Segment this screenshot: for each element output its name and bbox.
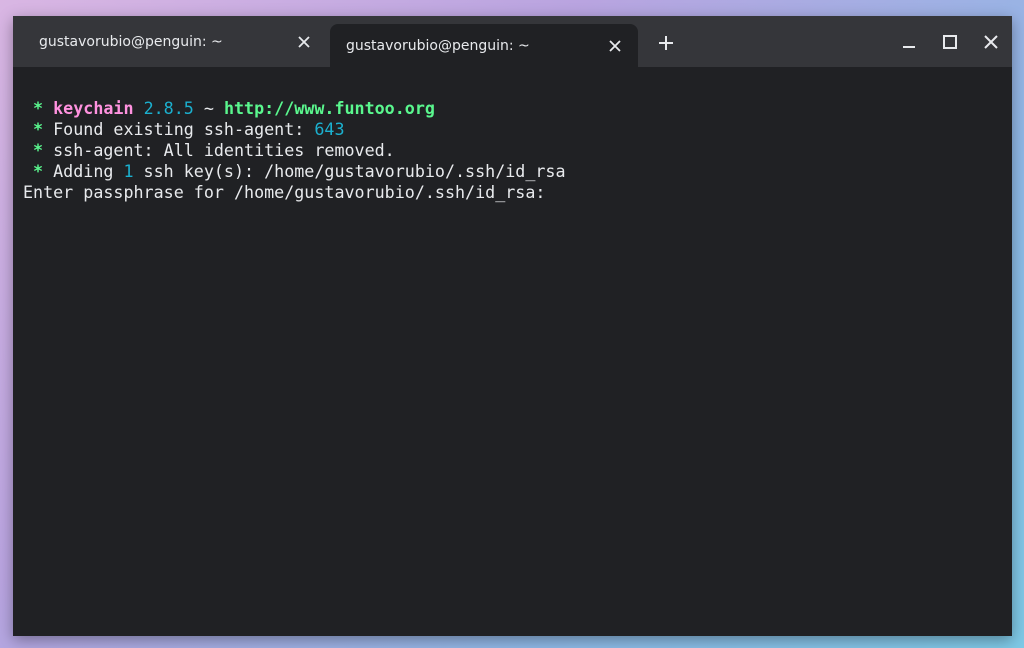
bullet: * bbox=[33, 119, 44, 139]
version: 2.8.5 bbox=[143, 98, 194, 118]
minimize-icon[interactable] bbox=[895, 28, 923, 56]
separator: ~ bbox=[203, 98, 214, 118]
bullet: * bbox=[33, 161, 44, 181]
maximize-icon[interactable] bbox=[936, 28, 964, 56]
close-icon[interactable] bbox=[977, 28, 1005, 56]
bullet: * bbox=[33, 140, 44, 160]
plus-icon[interactable] bbox=[653, 30, 679, 56]
line-text: ssh-agent: All identities removed. bbox=[53, 140, 395, 160]
terminal-line: * keychain 2.8.5 ~ http://www.funtoo.org bbox=[23, 98, 1012, 119]
key-count: 1 bbox=[123, 161, 134, 181]
terminal-output[interactable]: * keychain 2.8.5 ~ http://www.funtoo.org… bbox=[13, 67, 1012, 636]
tab-1[interactable]: gustavorubio@penguin: ~ bbox=[13, 16, 327, 67]
terminal-line: * ssh-agent: All identities removed. bbox=[23, 140, 1012, 161]
agent-pid: 643 bbox=[314, 119, 345, 139]
tab-title: gustavorubio@penguin: ~ bbox=[39, 33, 223, 50]
line-text: Found existing ssh-agent: bbox=[53, 119, 315, 139]
passphrase-prompt[interactable]: Enter passphrase for /home/gustavorubio/… bbox=[23, 182, 1012, 203]
prompt-text: Enter passphrase for /home/gustavorubio/… bbox=[23, 182, 546, 202]
terminal-window: gustavorubio@penguin: ~ gustavorubio@pen… bbox=[13, 16, 1012, 636]
close-icon[interactable] bbox=[289, 27, 319, 57]
close-icon[interactable] bbox=[600, 31, 630, 61]
bullet: * bbox=[33, 98, 44, 118]
title-bar: gustavorubio@penguin: ~ gustavorubio@pen… bbox=[13, 16, 1012, 67]
tab-title: gustavorubio@penguin: ~ bbox=[346, 37, 530, 54]
terminal-line: * Adding 1 ssh key(s): /home/gustavorubi… bbox=[23, 161, 1012, 182]
line-text: ssh key(s): /home/gustavorubio/.ssh/id_r… bbox=[133, 161, 566, 181]
terminal-line: * Found existing ssh-agent: 643 bbox=[23, 119, 1012, 140]
line-text: Adding bbox=[53, 161, 124, 181]
url-text: http://www.funtoo.org bbox=[223, 98, 435, 118]
app-name: keychain bbox=[53, 98, 134, 118]
tab-2[interactable]: gustavorubio@penguin: ~ bbox=[330, 24, 638, 67]
